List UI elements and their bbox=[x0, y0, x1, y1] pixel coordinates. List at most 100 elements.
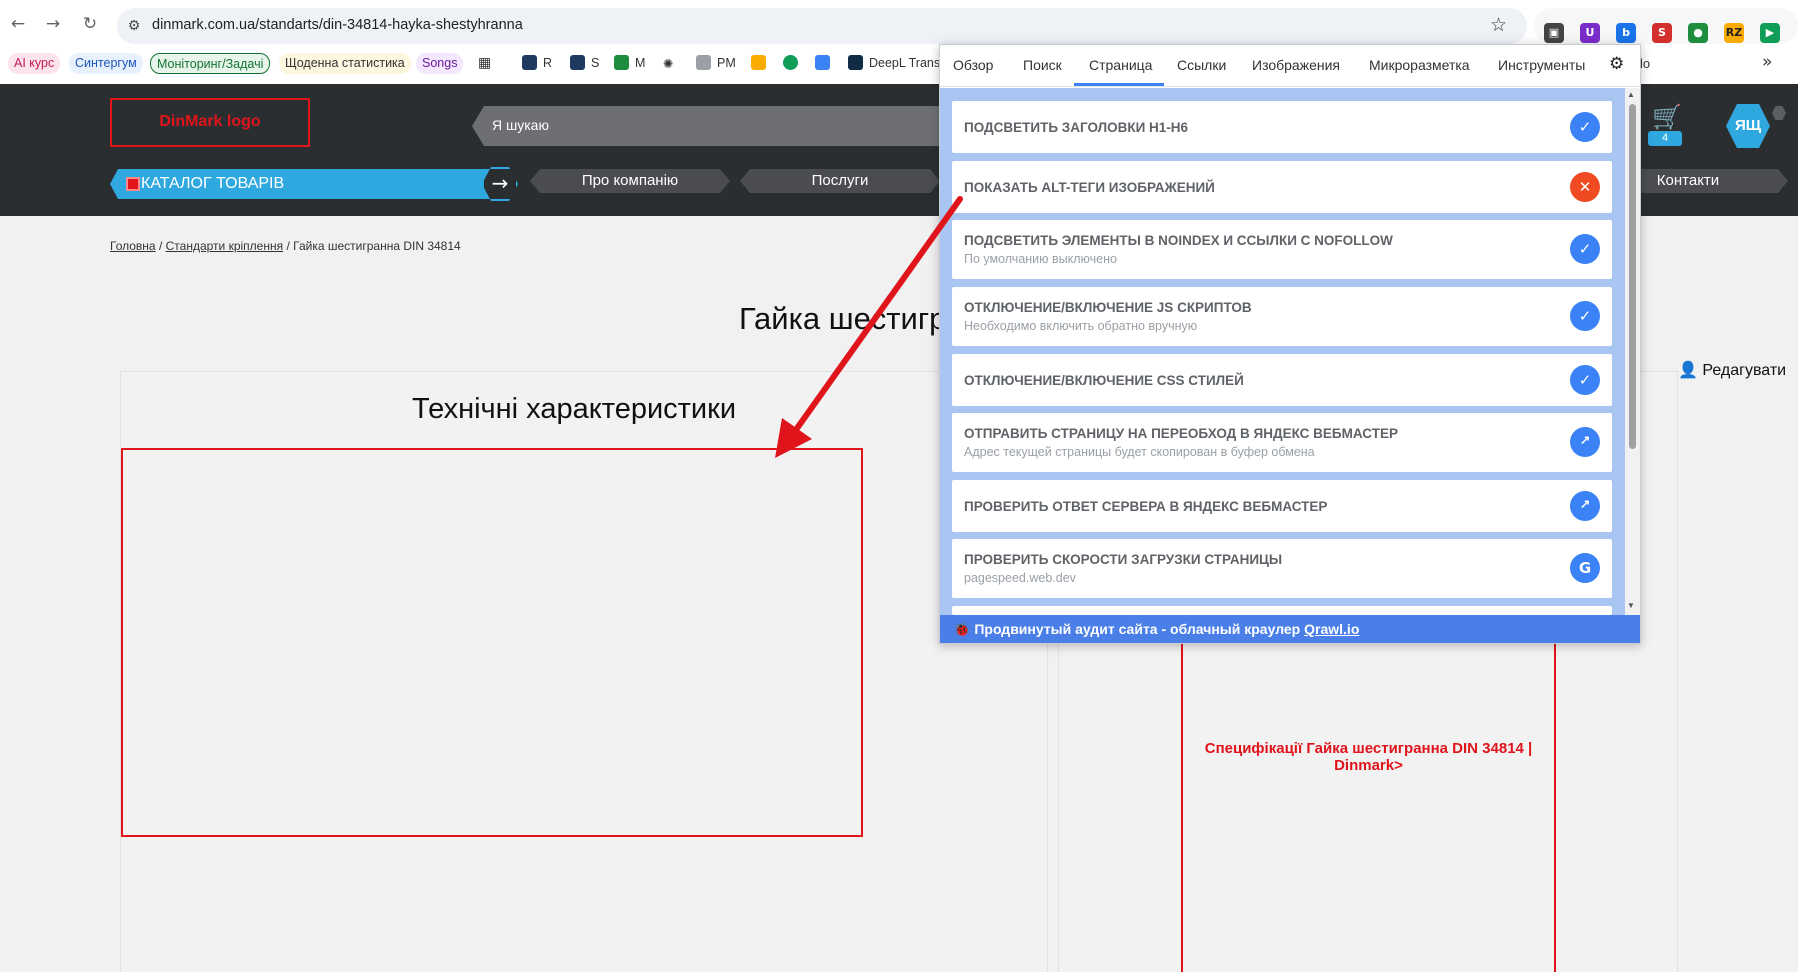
bookmark-heart[interactable] bbox=[815, 53, 836, 74]
tab-overview[interactable]: Обзор bbox=[953, 57, 993, 73]
bookmark-synthergum[interactable]: Синтергум bbox=[69, 53, 143, 74]
extension-play-icon[interactable]: ▶ bbox=[1760, 23, 1780, 43]
check-icon[interactable]: ✓ bbox=[1570, 301, 1600, 331]
option-card-partial[interactable] bbox=[952, 606, 1612, 615]
option-card-css[interactable]: ОТКЛЮЧЕНИЕ/ВКЛЮЧЕНИЕ CSS СТИЛЕЙ ✓ bbox=[952, 354, 1612, 406]
check-icon[interactable]: ✓ bbox=[1570, 365, 1600, 395]
breadcrumb-standards[interactable]: Стандарти кріплення bbox=[166, 239, 283, 253]
option-card-js[interactable]: ОТКЛЮЧЕНИЕ/ВКЛЮЧЕНИЕ JS СКРИПТОВ Необход… bbox=[952, 287, 1612, 346]
option-title: ПРОВЕРИТЬ СКОРОСТИ ЗАГРУЗКИ СТРАНИЦЫ bbox=[964, 552, 1283, 567]
menu-item-about[interactable]: Про компанію bbox=[530, 169, 730, 193]
search-placeholder: Я шукаю bbox=[492, 117, 549, 133]
option-title: ПОДСВЕТИТЬ ЭЛЕМЕНТЫ В NOINDEX И ССЫЛКИ С… bbox=[964, 233, 1393, 248]
extension-rz-icon[interactable]: RZ bbox=[1724, 23, 1744, 43]
extension-shield-icon[interactable]: U bbox=[1580, 23, 1600, 43]
extension-record-icon[interactable]: ● bbox=[1688, 23, 1708, 43]
bookmark-m-icon bbox=[614, 55, 629, 70]
bookmark-songs[interactable]: Songs bbox=[416, 53, 464, 74]
edit-link[interactable]: 👤 Редагувати bbox=[1678, 360, 1786, 380]
external-link-icon[interactable]: ↗ bbox=[1570, 427, 1600, 457]
tab-page[interactable]: Страница bbox=[1089, 57, 1152, 73]
extension-seo-icon[interactable]: b bbox=[1616, 23, 1636, 43]
bookmark-s[interactable]: S bbox=[570, 53, 599, 74]
bookmark-star-icon[interactable]: ☆ bbox=[1490, 14, 1507, 36]
site-logo[interactable]: DinMark logo bbox=[110, 98, 310, 147]
catalog-label: КАТАЛОГ ТОВАРІВ bbox=[141, 175, 285, 192]
tab-tools[interactable]: Инструменты bbox=[1498, 57, 1585, 73]
option-title: ПРОВЕРИТЬ ОТВЕТ СЕРВЕРА В ЯНДЕКС ВЕБМАСТ… bbox=[964, 499, 1328, 514]
bookmark-play[interactable] bbox=[783, 53, 804, 74]
back-icon[interactable]: ← bbox=[8, 14, 28, 34]
bookmark-deepl[interactable]: DeepL Transla bbox=[848, 53, 950, 74]
option-card-alt-tags[interactable]: ПОКАЗАТЬ ALT-ТЕГИ ИЗОБРАЖЕНИЙ ✕ bbox=[952, 161, 1612, 213]
bookmark-monitoring[interactable]: Моніторинг/Задачі bbox=[150, 53, 271, 74]
popup-scroll-thumb[interactable] bbox=[1629, 104, 1636, 449]
option-title: ПОДСВЕТИТЬ ЗАГОЛОВКИ H1-H6 bbox=[964, 120, 1189, 135]
tab-microdata[interactable]: Микроразметка bbox=[1369, 57, 1470, 73]
option-card-noindex[interactable]: ПОДСВЕТИТЬ ЭЛЕМЕНТЫ В NOINDEX И ССЫЛКИ С… bbox=[952, 220, 1612, 279]
extensions-bar: ▣ U b S ● RZ ▶ bbox=[1534, 8, 1798, 44]
deepl-icon bbox=[848, 55, 863, 70]
gear-icon[interactable]: ⚙ bbox=[1609, 54, 1624, 74]
tab-search[interactable]: Поиск bbox=[1023, 57, 1062, 73]
option-card-reindex[interactable]: ОТПРАВИТЬ СТРАНИЦУ НА ПЕРЕОБХОД В ЯНДЕКС… bbox=[952, 413, 1612, 472]
option-title: ОТКЛЮЧЕНИЕ/ВКЛЮЧЕНИЕ JS СКРИПТОВ bbox=[964, 300, 1252, 315]
tab-images[interactable]: Изображения bbox=[1252, 57, 1340, 73]
check-icon[interactable]: ✓ bbox=[1570, 234, 1600, 264]
scroll-down-icon[interactable]: ▼ bbox=[1627, 601, 1635, 610]
menu-item-services[interactable]: Послуги bbox=[740, 169, 940, 193]
option-card-server-response[interactable]: ПРОВЕРИТЬ ОТВЕТ СЕРВЕРА В ЯНДЕКС ВЕБМАСТ… bbox=[952, 480, 1612, 532]
breadcrumb-separator: / bbox=[158, 239, 163, 253]
scroll-up-icon[interactable]: ▲ bbox=[1627, 90, 1635, 99]
bookmark-ai-course[interactable]: AI курс bbox=[8, 53, 61, 74]
forward-icon[interactable]: → bbox=[43, 14, 63, 34]
user-edit-icon: 👤 bbox=[1678, 360, 1698, 379]
close-icon[interactable]: ✕ bbox=[1570, 172, 1600, 202]
chatgpt-icon[interactable]: ✺ bbox=[663, 53, 673, 74]
bookmark-s-icon bbox=[570, 55, 585, 70]
option-card-headings[interactable]: ПОДСВЕТИТЬ ЗАГОЛОВКИ H1-H6 ✓ bbox=[952, 101, 1612, 153]
specs-image-placeholder bbox=[121, 448, 863, 837]
bookmark-r-icon bbox=[522, 55, 537, 70]
popup-footer: 🐞 Продвинутый аудит сайта - облачный кра… bbox=[940, 615, 1640, 643]
bookmark-pm[interactable]: PM bbox=[696, 53, 736, 74]
bookmark-r[interactable]: R bbox=[522, 53, 552, 74]
bookmarks-overflow-icon[interactable]: » bbox=[1762, 52, 1772, 72]
site-settings-icon[interactable]: ⚙ bbox=[124, 16, 144, 36]
external-link-icon[interactable]: ↗ bbox=[1570, 491, 1600, 521]
bookmark-m[interactable]: M bbox=[614, 53, 645, 74]
play-icon bbox=[783, 55, 798, 70]
breadcrumb-separator: / bbox=[286, 239, 290, 253]
breadcrumb: Головна / Стандарти кріплення / Гайка ше… bbox=[110, 239, 461, 253]
footer-text: Продвинутый аудит сайта - облачный краул… bbox=[974, 621, 1305, 637]
extension-image-icon[interactable]: ▣ bbox=[1544, 23, 1564, 43]
bookmark-chat[interactable] bbox=[751, 53, 772, 74]
breadcrumb-home[interactable]: Головна bbox=[110, 239, 156, 253]
tab-links[interactable]: Ссылки bbox=[1177, 57, 1226, 73]
popup-tabs: Обзор Поиск Страница Ссылки Изображения … bbox=[940, 45, 1640, 87]
background-text-fragment: lo bbox=[1640, 56, 1651, 71]
option-card-pagespeed[interactable]: ПРОВЕРИТЬ СКОРОСТИ ЗАГРУЗКИ СТРАНИЦЫ pag… bbox=[952, 539, 1612, 598]
bookmark-daily-stats[interactable]: Щоденна статистика bbox=[279, 53, 411, 74]
active-tab-indicator bbox=[1074, 83, 1164, 86]
option-subtitle: Адрес текущей страницы будет скопирован … bbox=[964, 445, 1315, 459]
apps-grid-icon[interactable]: ▦ bbox=[478, 53, 491, 74]
edit-label: Редагувати bbox=[1702, 362, 1787, 379]
heart-icon bbox=[815, 55, 830, 70]
option-subtitle: По умолчанию выключено bbox=[964, 252, 1117, 266]
option-title: ПОКАЗАТЬ ALT-ТЕГИ ИЗОБРАЖЕНИЙ bbox=[964, 180, 1215, 195]
bookmark-pm-icon bbox=[696, 55, 711, 70]
cart-count-badge: 4 bbox=[1648, 131, 1682, 146]
google-icon[interactable]: G bbox=[1570, 553, 1600, 583]
breadcrumb-current: Гайка шестигранна DIN 34814 bbox=[293, 239, 461, 253]
product-image-placeholder bbox=[1181, 620, 1556, 972]
footer-link[interactable]: Qrawl.io bbox=[1304, 621, 1359, 637]
option-subtitle: pagespeed.web.dev bbox=[964, 571, 1076, 585]
check-icon[interactable]: ✓ bbox=[1570, 112, 1600, 142]
catalog-grid-icon bbox=[126, 177, 140, 191]
url-text[interactable]: dinmark.com.ua/standarts/din-34814-hayka… bbox=[152, 17, 523, 33]
image-alt-text: Специфікації Гайка шестигранна DIN 34814… bbox=[1204, 740, 1533, 774]
cart-icon[interactable]: 🛒 bbox=[1652, 103, 1682, 131]
reload-icon[interactable]: ↻ bbox=[80, 14, 100, 34]
extension-s-icon[interactable]: S bbox=[1652, 23, 1672, 43]
